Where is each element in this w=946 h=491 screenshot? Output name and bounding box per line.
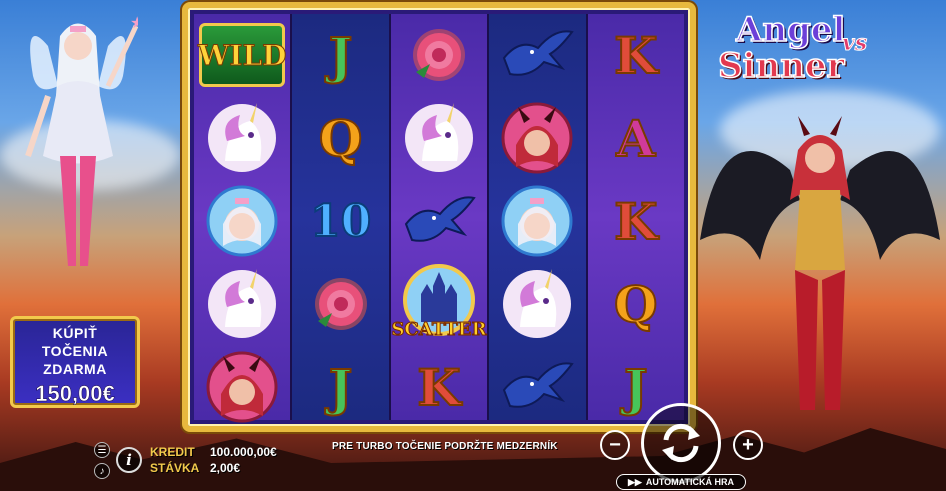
symbol-demon-icon [501,102,573,174]
symbol-q: Q [613,274,659,335]
reel-2: J Q 10 J [292,14,391,420]
reel-symbol [489,14,585,96]
sound-icon[interactable]: ♪ [94,463,110,479]
reel-symbol [489,97,585,179]
reel-symbol [489,346,585,428]
credit-label: KREDIT [150,445,195,459]
reel-frame: WILD J Q 10 J SCATTER K K A K Q J [182,2,696,432]
bet-label: STÁVKA [150,461,200,475]
reel-symbol: 10 [292,180,388,262]
reel-grid: WILD J Q 10 J SCATTER K K A K Q J [194,14,685,423]
reel-symbol: K [588,14,684,96]
buy-free-spins-line1: KÚPIŤ [52,325,98,341]
credit-value: 100.000,00€ [210,445,277,459]
symbol-scatter: SCATTER [391,264,487,344]
reel-symbol [194,346,290,428]
symbol-angel-icon [206,185,278,257]
svg-text:★: ★ [130,15,138,32]
reel-symbol [391,180,487,262]
scatter-label: SCATTER [391,319,487,341]
symbol-unicorn-icon [503,269,572,338]
demon-character-image [700,116,940,410]
reel-symbol [489,180,585,262]
reel-1: WILD [194,14,293,423]
symbol-j: J [623,357,649,418]
buy-free-spins-button[interactable]: KÚPIŤ TOČENIA ZDARMA 150,00€ [10,316,140,408]
symbol-raven-icon [404,196,476,242]
reel-symbol [292,263,388,345]
buy-free-spins-line2: TOČENIA [41,343,109,359]
symbol-wild: WILD [197,23,287,87]
symbol-unicorn-icon [208,269,277,338]
reel-symbol: WILD [194,14,290,96]
buy-free-spins-line3: ZDARMA [43,361,107,377]
logo-vs: vs [841,30,868,57]
symbol-unicorn-icon [208,103,277,172]
game-logo: Angel vs Sinner [714,8,914,88]
bet-value: 2,00€ [210,461,241,475]
symbol-rose-icon [413,29,466,81]
symbol-j: J [328,25,354,86]
reel-symbol: K [588,180,684,262]
angel-character-image: ★ [25,15,138,266]
symbol-raven-icon [503,362,575,408]
reel-3: SCATTER K [390,14,490,420]
reel-4 [489,14,588,420]
autoplay-button[interactable]: ▶▶ AUTOMATICKÁ HRA [616,474,746,490]
symbol-q: Q [318,108,364,169]
symbol-a: A [615,108,656,169]
buy-free-spins-price: 150,00€ [35,381,115,407]
spin-arrows-icon [662,423,700,463]
symbol-unicorn-icon [405,103,474,172]
symbol-demon-icon [206,351,278,423]
symbol-j: J [328,357,354,418]
symbol-10: 10 [309,195,372,248]
reel-symbol [489,263,585,345]
symbol-raven-icon [503,30,575,76]
symbol-k: K [416,357,461,418]
reel-5: KAKQJ [587,14,685,420]
symbol-k: K [613,25,658,86]
turbo-spin-hint: PRE TURBO TOČENIE PODRŽTE MEDZERNÍK [332,441,558,452]
symbol-k: K [613,191,658,252]
menu-icon[interactable]: ☰ [94,442,110,458]
autoplay-icon: ▶▶ [627,476,642,487]
spin-button[interactable] [641,403,721,483]
autoplay-label: AUTOMATICKÁ HRA [645,477,734,487]
reel-symbol [194,263,290,345]
increase-bet-button[interactable]: + [733,430,763,460]
reel-symbol: Q [588,263,684,345]
reel-symbol: J [292,14,388,96]
symbol-angel-icon [501,185,573,257]
reel-symbol [391,14,487,96]
reel-symbol [391,97,487,179]
reel-symbol: SCATTER [391,263,487,345]
reel-symbol: A [588,97,684,179]
reel-symbol [194,97,290,179]
reel-symbol: Q [292,97,388,179]
symbol-rose-icon [314,278,367,330]
logo-title-sinner: Sinner [717,45,845,87]
reel-symbol: K [391,346,487,428]
decrease-bet-button[interactable]: − [600,430,630,460]
reel-symbol: J [292,346,388,428]
info-button[interactable]: i [116,447,142,473]
logo-title-angel: Angel [735,9,846,51]
reel-symbol [194,180,290,262]
